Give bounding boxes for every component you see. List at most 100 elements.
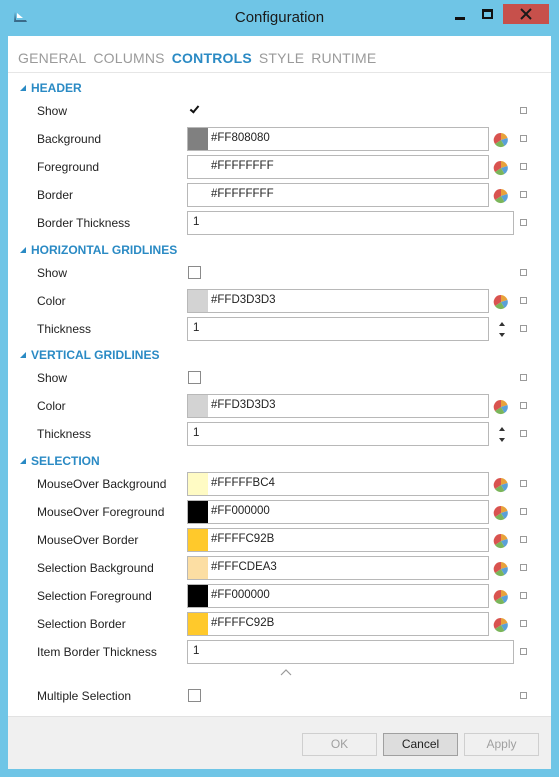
reset-square-icon[interactable]	[520, 135, 527, 142]
title-bar[interactable]: Configuration	[0, 0, 559, 36]
reset-square-icon[interactable]	[520, 191, 527, 198]
reset-square-icon[interactable]	[520, 297, 527, 304]
collapse-triangle-icon	[20, 458, 26, 464]
header-show-checkbox[interactable]	[188, 103, 201, 117]
controls-panel: HEADER Show Background #FF808080 Foregro…	[8, 73, 551, 713]
color-swatch	[188, 613, 208, 635]
reset-square-icon[interactable]	[520, 374, 527, 381]
section-header-toggle[interactable]: HEADER	[20, 81, 82, 95]
row-selection-background: Selection Background #FFFCDEA3	[8, 554, 551, 582]
field-label: Border Thickness	[37, 216, 131, 230]
reset-square-icon[interactable]	[520, 430, 527, 437]
spin-arrows-icon[interactable]	[497, 321, 507, 339]
section-horizontal-gridlines-toggle[interactable]: HORIZONTAL GRIDLINES	[20, 243, 177, 257]
color-wheel-icon[interactable]	[493, 505, 509, 521]
color-wheel-icon[interactable]	[493, 160, 509, 176]
section-title: VERTICAL GRIDLINES	[31, 348, 160, 362]
reset-square-icon[interactable]	[520, 269, 527, 276]
vgrid-thickness-input[interactable]: 1	[187, 422, 489, 446]
row-mouseover-foreground: MouseOver Foreground #FF000000	[8, 498, 551, 526]
vgrid-show-checkbox[interactable]	[188, 371, 201, 384]
reset-square-icon[interactable]	[520, 402, 527, 409]
tab-general[interactable]: GENERAL	[18, 50, 86, 66]
cancel-button[interactable]: Cancel	[383, 733, 458, 756]
hgrid-show-checkbox[interactable]	[188, 266, 201, 279]
color-value: #FFD3D3D3	[211, 294, 276, 306]
color-swatch	[188, 290, 208, 312]
color-wheel-icon[interactable]	[493, 477, 509, 493]
section-vertical-gridlines-toggle[interactable]: VERTICAL GRIDLINES	[20, 348, 159, 362]
selection-border-field[interactable]: #FFFFC92B	[187, 612, 489, 636]
reset-square-icon[interactable]	[520, 480, 527, 487]
row-item-border-thickness: Item Border Thickness 1	[8, 638, 551, 666]
multiple-selection-checkbox[interactable]	[188, 689, 201, 702]
tab-controls[interactable]: CONTROLS	[172, 50, 252, 66]
header-border-thickness-input[interactable]: 1	[187, 211, 514, 235]
section-selection-toggle[interactable]: SELECTION	[20, 454, 100, 468]
reset-square-icon[interactable]	[520, 564, 527, 571]
color-swatch	[188, 128, 208, 150]
reset-square-icon[interactable]	[520, 692, 527, 699]
spin-arrows-icon[interactable]	[497, 426, 507, 444]
selection-background-field[interactable]: #FFFCDEA3	[187, 556, 489, 580]
row-vgrid-show: Show	[8, 364, 551, 392]
reset-square-icon[interactable]	[520, 592, 527, 599]
reset-square-icon[interactable]	[520, 536, 527, 543]
maximize-button[interactable]	[474, 4, 500, 24]
dialog-footer: OK Cancel Apply	[8, 716, 551, 769]
item-border-thickness-input[interactable]: 1	[187, 640, 514, 664]
header-background-field[interactable]: #FF808080	[187, 127, 489, 151]
reset-square-icon[interactable]	[520, 325, 527, 332]
field-label: Thickness	[37, 322, 92, 336]
color-wheel-icon[interactable]	[493, 294, 509, 310]
hgrid-color-field[interactable]: #FFD3D3D3	[187, 289, 489, 313]
row-multiple-selection: Multiple Selection	[8, 682, 551, 710]
field-label: Selection Foreground	[37, 589, 152, 603]
selection-foreground-field[interactable]: #FF000000	[187, 584, 489, 608]
minimize-button[interactable]	[447, 4, 473, 24]
row-selection-foreground: Selection Foreground #FF000000	[8, 582, 551, 610]
mouseover-foreground-field[interactable]: #FF000000	[187, 500, 489, 524]
reset-square-icon[interactable]	[520, 620, 527, 627]
mouseover-background-field[interactable]: #FFFFFBC4	[187, 472, 489, 496]
field-label: MouseOver Foreground	[37, 505, 165, 519]
section-title: HEADER	[31, 81, 82, 95]
color-wheel-icon[interactable]	[493, 188, 509, 204]
window: Configuration GENERAL COLUMNS CONTROLS S…	[0, 0, 559, 777]
color-swatch	[188, 529, 208, 551]
reset-square-icon[interactable]	[520, 163, 527, 170]
vgrid-color-field[interactable]: #FFD3D3D3	[187, 394, 489, 418]
color-value: #FFFCDEA3	[211, 561, 277, 573]
tab-style[interactable]: STYLE	[259, 50, 304, 66]
row-header-background: Background #FF808080	[8, 125, 551, 153]
chevron-up-icon[interactable]	[280, 667, 292, 677]
color-wheel-icon[interactable]	[493, 617, 509, 633]
close-button[interactable]	[503, 4, 549, 24]
field-label: Color	[37, 294, 66, 308]
reset-square-icon[interactable]	[520, 508, 527, 515]
reset-square-icon[interactable]	[520, 219, 527, 226]
field-label: Show	[37, 266, 68, 280]
tab-columns[interactable]: COLUMNS	[93, 50, 164, 66]
reset-square-icon[interactable]	[520, 648, 527, 655]
numeric-value: 1	[193, 322, 200, 334]
tab-runtime[interactable]: RUNTIME	[311, 50, 376, 66]
mouseover-border-field[interactable]: #FFFFC92B	[187, 528, 489, 552]
field-label: Selection Border	[37, 617, 126, 631]
ok-button[interactable]: OK	[302, 733, 377, 756]
header-border-field[interactable]: #FFFFFFFF	[187, 183, 489, 207]
header-foreground-field[interactable]: #FFFFFFFF	[187, 155, 489, 179]
numeric-value: 1	[193, 645, 200, 657]
reset-square-icon[interactable]	[520, 107, 527, 114]
color-wheel-icon[interactable]	[493, 561, 509, 577]
color-wheel-icon[interactable]	[493, 533, 509, 549]
color-wheel-icon[interactable]	[493, 589, 509, 605]
color-wheel-icon[interactable]	[493, 132, 509, 148]
color-wheel-icon[interactable]	[493, 399, 509, 415]
client-area: GENERAL COLUMNS CONTROLS STYLE RUNTIME H…	[8, 36, 551, 769]
apply-button[interactable]: Apply	[464, 733, 539, 756]
field-label: Multiple Selection	[37, 689, 132, 703]
field-label: Border	[37, 188, 74, 202]
hgrid-thickness-input[interactable]: 1	[187, 317, 489, 341]
section-title: HORIZONTAL GRIDLINES	[31, 243, 178, 257]
